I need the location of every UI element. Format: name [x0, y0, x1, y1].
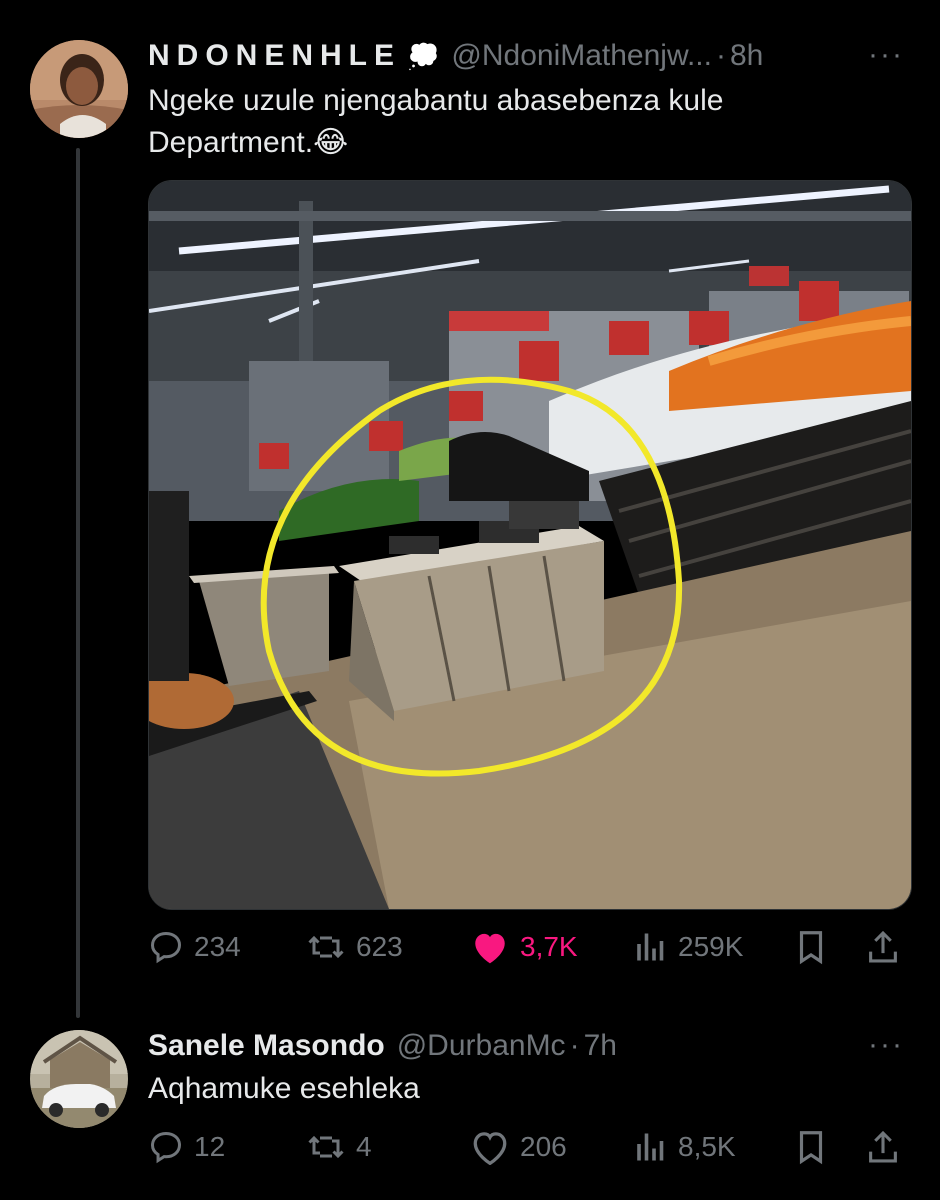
like-button[interactable]: 3,7K	[470, 922, 578, 972]
tweet-text-line: Aqhamuke esehleka	[148, 1072, 420, 1105]
retweet-icon	[306, 1129, 346, 1165]
views-icon	[634, 929, 668, 965]
timeline: NDONENHLE 💭 @NdoniMathenjw... · 8h ··· N…	[0, 0, 940, 1200]
share-button[interactable]	[866, 1122, 900, 1172]
views-count: 8,5K	[678, 1131, 736, 1162]
avatar[interactable]	[30, 40, 128, 138]
retweet-count: 623	[356, 931, 403, 962]
timestamp[interactable]: 8h	[730, 39, 763, 73]
bookmark-icon	[794, 1128, 828, 1166]
tweet-actions: 12 4 206 8,5K	[148, 1122, 910, 1172]
views-button[interactable]: 8,5K	[634, 1122, 736, 1172]
tweet-actions: 234 623 3,7K 259K	[148, 922, 910, 972]
more-icon[interactable]: ···	[868, 38, 904, 72]
user-handle[interactable]: @DurbanMc	[397, 1029, 566, 1063]
tweet-header: NDONENHLE 💭 @NdoniMathenjw... · 8h ···	[148, 34, 908, 78]
separator-dot: ·	[715, 39, 726, 72]
reply-button[interactable]: 234	[148, 922, 241, 972]
tweet-text-line: Ngeke uzule njengabantu abasebenza kule	[148, 84, 724, 117]
retweet-count: 4	[356, 1131, 372, 1162]
avatar[interactable]	[30, 1030, 128, 1128]
reply-icon	[148, 1129, 184, 1165]
retweet-icon	[306, 929, 346, 965]
bookmark-button[interactable]	[794, 1122, 828, 1172]
like-count: 3,7K	[520, 931, 578, 962]
retweet-button[interactable]: 623	[306, 922, 403, 972]
views-count: 259K	[678, 931, 744, 962]
separator-dot: ·	[569, 1029, 580, 1062]
reply-count: 12	[194, 1131, 226, 1162]
reply-count: 234	[194, 931, 241, 962]
tweet-photo[interactable]	[148, 180, 912, 910]
views-button[interactable]: 259K	[634, 922, 743, 972]
like-icon	[470, 1129, 510, 1165]
user-handle[interactable]: @NdoniMathenjw...	[451, 39, 712, 73]
like-count: 206	[520, 1131, 567, 1162]
tweet-header: Sanele Masondo @DurbanMc · 7h ···	[148, 1024, 908, 1068]
bookmark-button[interactable]	[794, 922, 828, 972]
views-icon	[634, 1129, 668, 1165]
share-button[interactable]	[866, 922, 900, 972]
tweet-text: Aqhamuke esehleka	[148, 1068, 908, 1110]
share-icon	[866, 928, 900, 966]
share-icon	[866, 1128, 900, 1166]
thought-balloon-icon: 💭	[407, 40, 440, 71]
thread-connector	[76, 148, 80, 1018]
bookmark-icon	[794, 928, 828, 966]
timestamp[interactable]: 7h	[584, 1029, 617, 1063]
reply-icon	[148, 929, 184, 965]
tweet-text-line: Department.😂	[148, 126, 349, 159]
reply-button[interactable]: 12	[148, 1122, 225, 1172]
more-icon[interactable]: ···	[868, 1028, 904, 1062]
like-button[interactable]: 206	[470, 1122, 567, 1172]
like-icon	[470, 929, 510, 965]
tweet-text: Ngeke uzule njengabantu abasebenza kule …	[148, 80, 908, 164]
retweet-button[interactable]: 4	[306, 1122, 372, 1172]
display-name[interactable]: Sanele Masondo	[148, 1029, 385, 1063]
display-name[interactable]: NDONENHLE	[148, 39, 401, 73]
